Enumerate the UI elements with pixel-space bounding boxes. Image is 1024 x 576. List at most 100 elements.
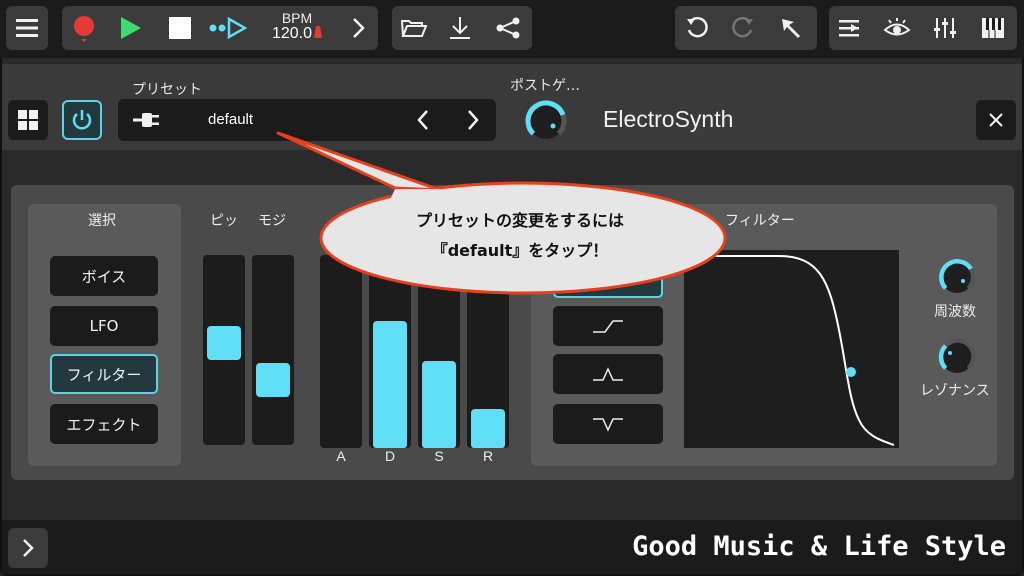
mixer-sliders-icon xyxy=(934,18,956,38)
preset-prev-button[interactable] xyxy=(416,108,440,132)
download-button[interactable] xyxy=(440,6,480,50)
mod-slider[interactable] xyxy=(252,255,294,445)
undo-button[interactable] xyxy=(677,6,717,50)
filter-type-highpass[interactable] xyxy=(553,306,663,346)
download-icon xyxy=(450,17,470,39)
filter-response-graph[interactable] xyxy=(684,250,899,448)
power-button[interactable] xyxy=(62,100,102,140)
filter-title: フィルター xyxy=(725,213,795,229)
callout-text: プリセットの変更をするには 『default』をタップ！ xyxy=(330,206,710,266)
pitch-label: ピッ xyxy=(210,213,238,229)
preset-label: プリセット xyxy=(132,82,202,98)
decay-bar xyxy=(373,321,407,448)
postgain-label: ポストゲ… xyxy=(510,78,580,94)
tracks-button[interactable] xyxy=(829,6,869,50)
power-icon xyxy=(72,110,92,130)
view-button[interactable] xyxy=(877,6,917,50)
redo-icon xyxy=(732,16,753,38)
keyboard-button[interactable] xyxy=(973,6,1013,50)
filter-curve xyxy=(684,255,895,446)
postgain-knob[interactable] xyxy=(518,96,574,146)
brand-watermark: Good Music & Life Style xyxy=(632,531,1006,562)
resonance-label: レゾナンス xyxy=(920,383,990,399)
metronome-icon xyxy=(314,26,323,38)
callout-line-2: 『default』をタップ！ xyxy=(431,241,609,260)
mod-slider-thumb[interactable] xyxy=(256,362,290,397)
preset-selector[interactable]: default xyxy=(118,99,496,141)
open-button[interactable] xyxy=(394,6,434,50)
pitch-slider-thumb[interactable] xyxy=(207,325,241,360)
menu-icon xyxy=(16,19,38,37)
filter-type-bandpass[interactable] xyxy=(553,354,663,394)
tracks-list-icon xyxy=(839,20,859,37)
pitch-slider[interactable] xyxy=(203,255,245,445)
menu-group xyxy=(6,6,48,50)
transport-next-button[interactable] xyxy=(338,6,378,50)
knob-icon xyxy=(939,259,976,293)
release-bar xyxy=(471,409,505,448)
redo-button[interactable] xyxy=(723,6,763,50)
record-button[interactable] xyxy=(64,6,104,50)
share-icon xyxy=(496,17,520,39)
attack-track[interactable] xyxy=(320,255,362,448)
stop-button[interactable] xyxy=(160,6,200,50)
bpm-number: 120.0 xyxy=(271,25,313,42)
bpm-value: 120.0 xyxy=(267,25,327,42)
filter-type-notch[interactable] xyxy=(553,404,663,444)
knob-icon xyxy=(938,338,976,373)
bpm-label: BPM xyxy=(281,10,313,26)
file-group xyxy=(392,6,532,50)
close-button[interactable] xyxy=(976,100,1016,140)
cutoff-handle xyxy=(846,367,856,377)
eye-icon xyxy=(883,18,911,36)
mixer-button[interactable] xyxy=(925,6,965,50)
frequency-knob[interactable] xyxy=(934,255,980,299)
play-icon xyxy=(121,17,141,39)
piano-keys-icon xyxy=(982,18,1004,38)
edit-group xyxy=(675,6,817,50)
filter-button[interactable]: フィルター xyxy=(50,354,158,394)
selection-title: 選択 xyxy=(88,213,116,229)
bandpass-icon xyxy=(593,367,623,381)
notch-icon xyxy=(593,418,623,432)
select-tool-button[interactable] xyxy=(771,6,811,50)
transport-group: BPM 120.0 xyxy=(62,6,378,50)
knob-icon xyxy=(525,100,567,139)
expand-button[interactable] xyxy=(8,528,48,568)
decay-label: D xyxy=(384,448,396,464)
plugin-name: ElectroSynth xyxy=(603,106,734,132)
bpm-display[interactable]: BPM 120.0 xyxy=(267,10,327,42)
share-button[interactable] xyxy=(488,6,528,50)
play-button[interactable] xyxy=(110,6,150,50)
close-icon xyxy=(989,113,1003,127)
callout-line-1: プリセットの変更をするには xyxy=(415,211,624,230)
step-sequencer-button[interactable] xyxy=(208,6,248,50)
grid-view-button[interactable] xyxy=(8,100,48,140)
chevron-right-icon xyxy=(23,539,34,557)
effect-button[interactable]: エフェクト xyxy=(50,404,158,444)
frequency-label: 周波数 xyxy=(934,304,976,320)
stop-icon xyxy=(169,17,191,39)
chevron-right-icon xyxy=(353,18,365,38)
step-sequence-icon xyxy=(209,17,247,39)
record-icon xyxy=(74,16,94,42)
view-group xyxy=(829,6,1017,50)
resonance-knob[interactable] xyxy=(934,335,980,379)
highpass-icon xyxy=(593,320,623,333)
attack-label: A xyxy=(336,448,346,464)
menu-button[interactable] xyxy=(7,6,47,50)
mod-label: モジ xyxy=(258,213,286,229)
lfo-button[interactable]: LFO xyxy=(50,306,158,346)
sustain-label: S xyxy=(434,448,444,464)
chevron-right-icon xyxy=(468,110,479,130)
preset-next-button[interactable] xyxy=(466,108,490,132)
plug-icon xyxy=(133,113,159,127)
undo-icon xyxy=(687,16,708,38)
sustain-bar xyxy=(422,361,456,448)
voice-button[interactable]: ボイス xyxy=(50,256,158,296)
cursor-arrow-icon xyxy=(782,19,800,38)
preset-name[interactable]: default xyxy=(208,111,253,128)
release-label: R xyxy=(482,448,494,464)
grid-icon xyxy=(18,110,38,130)
chevron-left-icon xyxy=(417,110,428,130)
